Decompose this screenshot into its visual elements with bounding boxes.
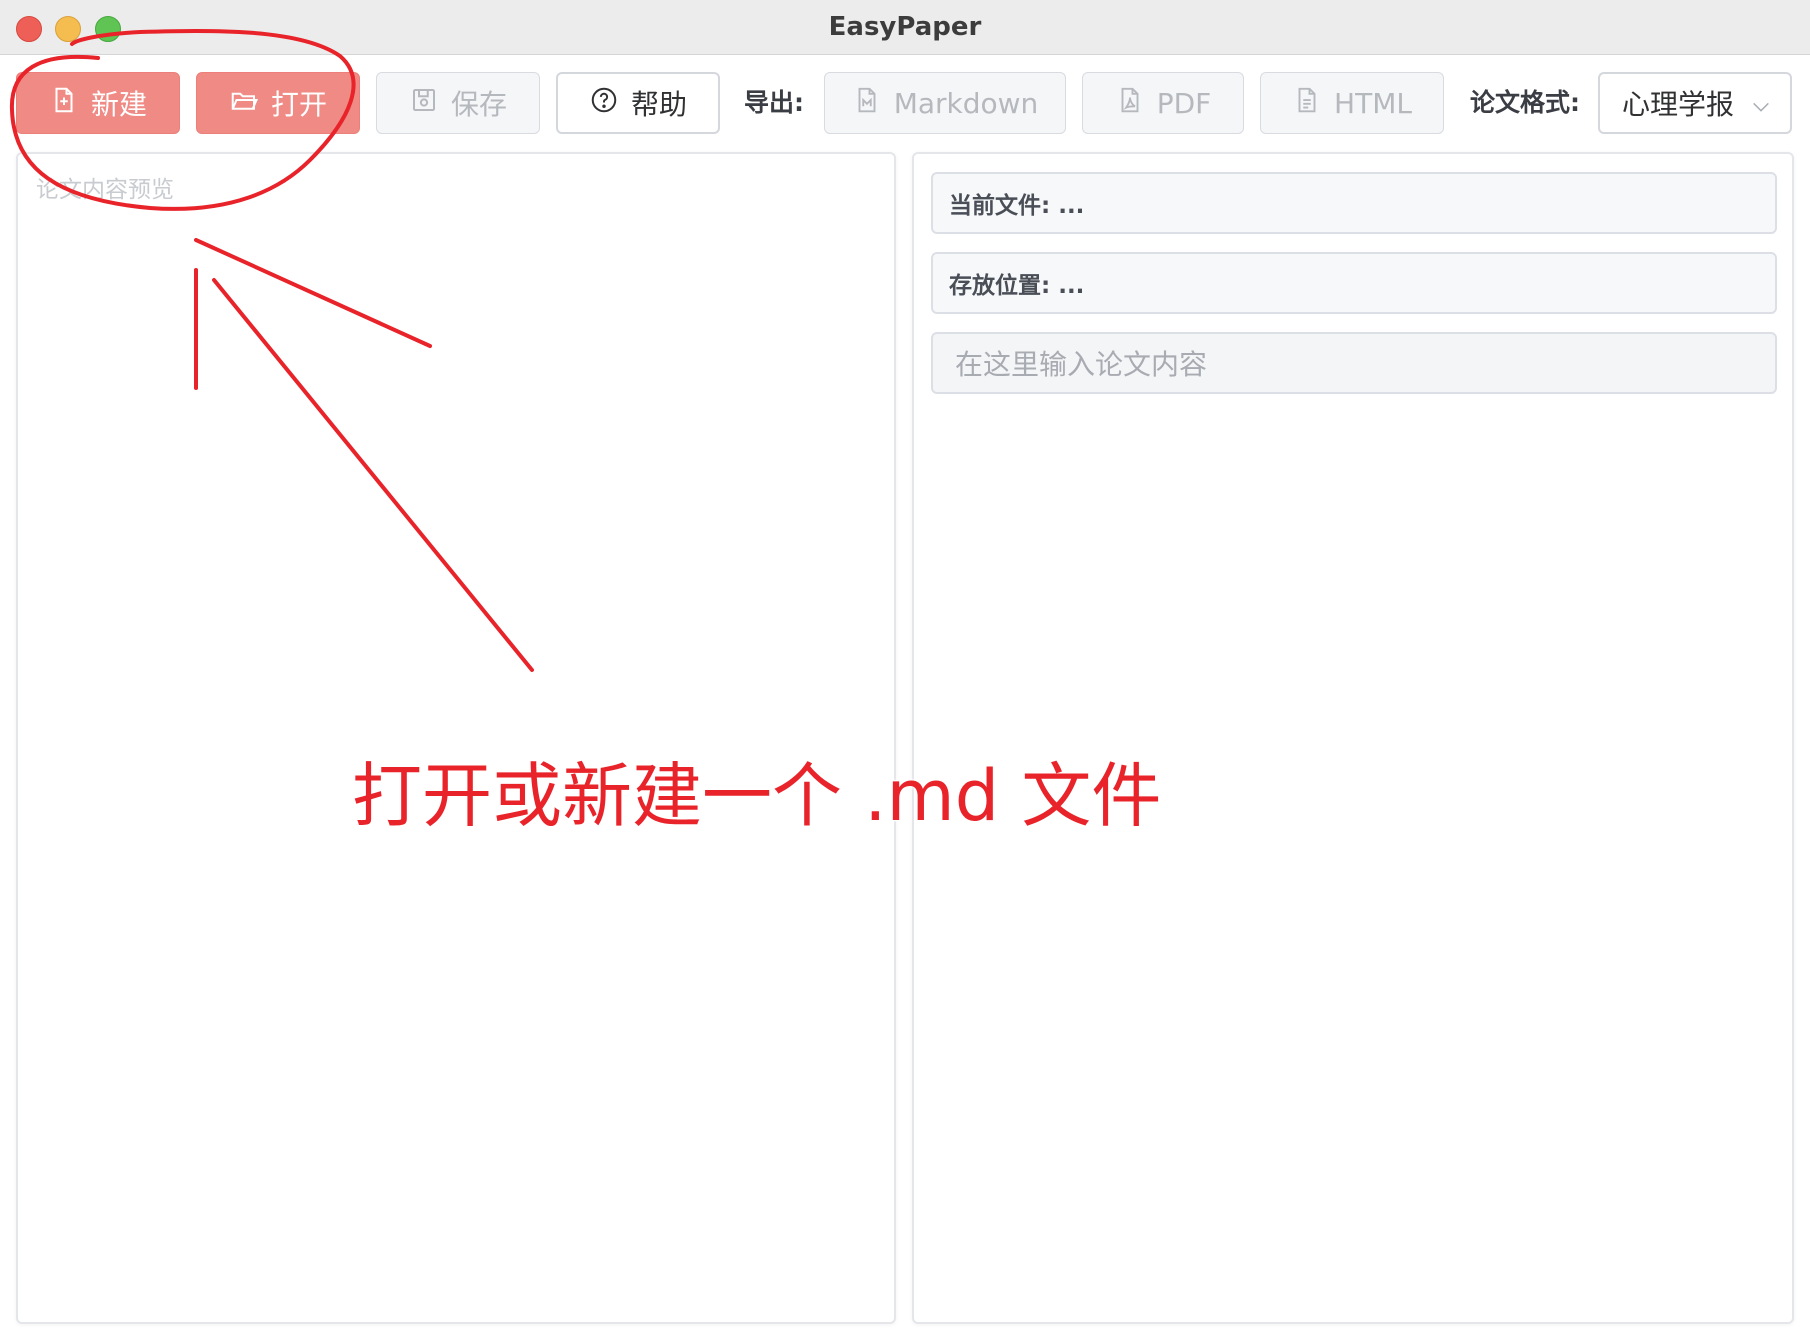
preview-placeholder: 论文内容预览 <box>36 177 174 203</box>
format-select[interactable]: 心理学报 <box>1598 72 1792 134</box>
title-bar: EasyPaper <box>0 0 1810 55</box>
new-button-label: 新建 <box>90 88 147 121</box>
export-pdf-button[interactable]: PDF <box>1082 72 1244 134</box>
current-file-field: 当前文件: ... <box>931 172 1777 234</box>
preview-panel: 论文内容预览 <box>16 152 896 1324</box>
save-button[interactable]: 保存 <box>376 72 540 134</box>
toolbar: 新建 打开 保存 帮助 导出: Markdown PDF HTML 论文格式: … <box>0 56 1810 146</box>
save-button-label: 保存 <box>450 88 507 121</box>
chevron-down-icon <box>1750 92 1772 114</box>
window-title: EasyPaper <box>828 12 982 42</box>
open-button[interactable]: 打开 <box>196 72 360 134</box>
annotation-text: 打开或新建一个 .md 文件 <box>352 755 1162 837</box>
help-icon <box>589 85 619 122</box>
location-field: 存放位置: ... <box>931 252 1777 314</box>
folder-open-icon <box>229 85 259 122</box>
new-button[interactable]: 新建 <box>16 72 180 134</box>
new-file-icon <box>49 85 79 122</box>
pdf-file-icon <box>1115 85 1145 122</box>
export-html-button[interactable]: HTML <box>1260 72 1444 134</box>
format-select-value: 心理学报 <box>1622 88 1735 121</box>
help-button-label: 帮助 <box>630 88 687 121</box>
save-icon <box>409 85 439 122</box>
content-input[interactable]: 在这里输入论文内容 <box>931 332 1777 394</box>
help-button[interactable]: 帮助 <box>556 72 720 134</box>
export-markdown-button[interactable]: Markdown <box>824 72 1066 134</box>
format-label: 论文格式: <box>1470 88 1580 117</box>
markdown-file-icon <box>852 85 882 122</box>
open-button-label: 打开 <box>270 88 327 121</box>
export-label: 导出: <box>744 88 804 117</box>
html-file-icon <box>1292 85 1322 122</box>
export-pdf-label: PDF <box>1156 86 1212 120</box>
export-markdown-label: Markdown <box>893 86 1039 120</box>
export-html-label: HTML <box>1334 86 1412 120</box>
editor-panel: 当前文件: ... 存放位置: ... 在这里输入论文内容 <box>912 152 1794 1324</box>
